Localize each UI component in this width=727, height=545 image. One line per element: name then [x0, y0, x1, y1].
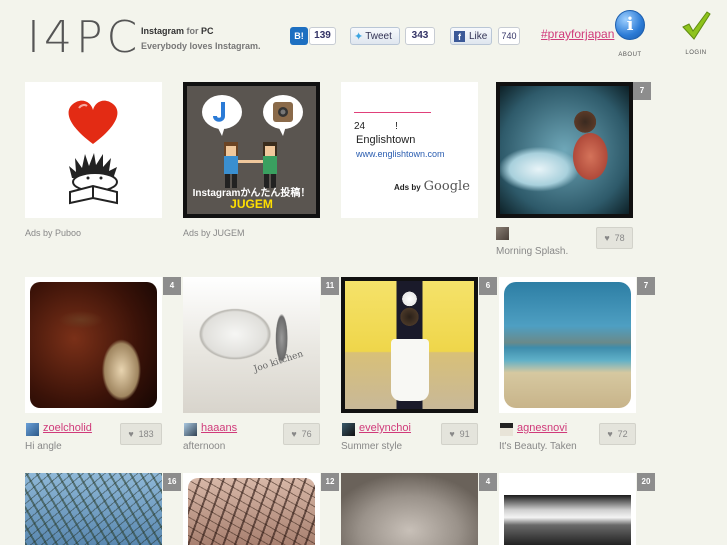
tagline-instagram: Instagram	[141, 26, 185, 36]
photo-morning-splash	[500, 86, 629, 214]
photo-caption: Hi angle	[25, 441, 62, 452]
facebook-like-button[interactable]: f Like	[450, 27, 492, 45]
photo-count-badge: 6	[479, 277, 497, 295]
photo-count-badge: 20	[637, 473, 655, 491]
photo-count-badge: 12	[321, 473, 339, 491]
photo-count-badge: 7	[633, 82, 651, 100]
like-count: 78	[614, 233, 625, 243]
photo-caption: It's Beauty. Taken	[499, 441, 577, 452]
ad-label-puboo[interactable]: Ads by Puboo	[25, 228, 81, 238]
google-logo: Google	[423, 179, 470, 194]
tagline-sub: Everybody loves Instagram.	[141, 41, 261, 51]
like-button[interactable]: ♥ 91	[441, 423, 478, 445]
heart-icon: ♥	[128, 429, 134, 439]
photo-stone	[341, 473, 478, 545]
ads-by-google[interactable]: Ads by Google	[394, 179, 470, 194]
username-link[interactable]: zoelcholid	[43, 422, 92, 434]
photo-caption: Morning Splash.	[496, 246, 569, 257]
heart-icon: ♥	[604, 233, 610, 243]
facebook-icon: f	[454, 30, 465, 42]
heart-icon: ♥	[291, 429, 297, 439]
about-label: ABOUT	[618, 52, 642, 58]
photo-haaans	[183, 277, 320, 413]
tagline-pc: PC	[201, 26, 214, 36]
photo-tile-stone[interactable]	[341, 473, 478, 545]
ad-url[interactable]: www.englishtown.com	[356, 149, 445, 159]
photo-trees	[25, 473, 162, 545]
info-icon: i	[615, 10, 645, 40]
user-avatar[interactable]	[496, 227, 509, 240]
tweet-label: Tweet	[365, 30, 392, 42]
google-text-ad[interactable]: 24 ! Englishtown www.englishtown.com Ads…	[341, 82, 478, 218]
tagline: Instagram for PC Everybody loves Instagr…	[141, 24, 261, 54]
photo-tile-agnesnovi[interactable]	[499, 277, 636, 413]
ad-label-jugem[interactable]: Ads by JUGEM	[183, 228, 245, 238]
photo-tile-haaans[interactable]: Joo kitchen	[183, 277, 320, 413]
user-avatar[interactable]	[184, 423, 197, 436]
login-button[interactable]: LOGIN	[680, 10, 712, 56]
white-skirt	[391, 339, 429, 401]
username-link[interactable]: evelynchoi	[359, 422, 411, 434]
photo-agnesnovi	[504, 282, 631, 408]
twitter-bird-icon: ✦	[354, 30, 364, 43]
hatena-bookmark-button[interactable]: B!	[290, 27, 308, 45]
like-count: 183	[138, 429, 154, 439]
photo-tile-evelynchoi[interactable]	[341, 277, 478, 413]
tweet-count[interactable]: 343	[405, 27, 435, 45]
ad-headline[interactable]: 24 !	[354, 117, 398, 132]
like-button[interactable]: ♥ 72	[599, 423, 636, 445]
photo-tile-branches[interactable]	[183, 473, 320, 545]
photo-bw-landscape	[504, 495, 631, 545]
photo-count-badge: 16	[163, 473, 181, 491]
user-avatar[interactable]	[500, 423, 513, 436]
like-button[interactable]: ♥ 76	[283, 423, 320, 445]
like-count: 91	[459, 429, 470, 439]
photo-count-badge: 7	[637, 277, 655, 295]
heart-icon: ♥	[607, 429, 613, 439]
heart-hedgehog-image	[68, 100, 118, 205]
photo-tile-bw-landscape[interactable]	[499, 473, 636, 545]
like-button[interactable]: ♥ 78	[596, 227, 633, 249]
tagline-for: for	[186, 26, 199, 36]
like-button[interactable]: ♥ 183	[120, 423, 162, 445]
ads-by-label: Ads by	[394, 183, 421, 192]
photo-tile-morning-splash[interactable]	[496, 82, 633, 218]
ad-tile-jugem[interactable]: Instagramかんたん投稿！ JUGEM	[183, 82, 320, 218]
login-label: LOGIN	[685, 50, 707, 56]
about-button[interactable]: i ABOUT	[614, 10, 646, 58]
like-count[interactable]: 740	[498, 27, 520, 45]
username-link[interactable]: agnesnovi	[517, 422, 567, 434]
ad-divider	[354, 112, 431, 113]
photo-tile-zoelcholid[interactable]	[25, 277, 162, 413]
ad-tile-puboo[interactable]	[25, 82, 162, 218]
photo-tile-trees[interactable]	[25, 473, 162, 545]
like-label: Like	[469, 30, 488, 42]
photo-branches	[188, 478, 315, 545]
photo-count-badge: 4	[163, 277, 181, 295]
heart-icon: ♥	[449, 429, 455, 439]
checkmark-icon	[680, 10, 712, 40]
like-count: 76	[301, 429, 312, 439]
tweet-button[interactable]: ✦ Tweet	[350, 27, 400, 45]
user-avatar[interactable]	[342, 423, 355, 436]
username-link[interactable]: haaans	[201, 422, 237, 434]
photo-zoelcholid	[30, 282, 157, 408]
photo-count-badge: 4	[479, 473, 497, 491]
ad-title-englishtown[interactable]: Englishtown	[356, 134, 415, 146]
jugem-brand: JUGEM	[230, 197, 273, 211]
photo-count-badge: 11	[321, 277, 339, 295]
user-avatar[interactable]	[26, 423, 39, 436]
photo-caption: Summer style	[341, 441, 403, 452]
like-count: 72	[617, 429, 628, 439]
hashtag-link[interactable]: #prayforjapan	[541, 27, 614, 41]
hatena-count[interactable]: 139	[309, 27, 336, 45]
photo-caption: afternoon	[183, 441, 226, 452]
site-logo[interactable]: I4PC	[27, 14, 141, 62]
